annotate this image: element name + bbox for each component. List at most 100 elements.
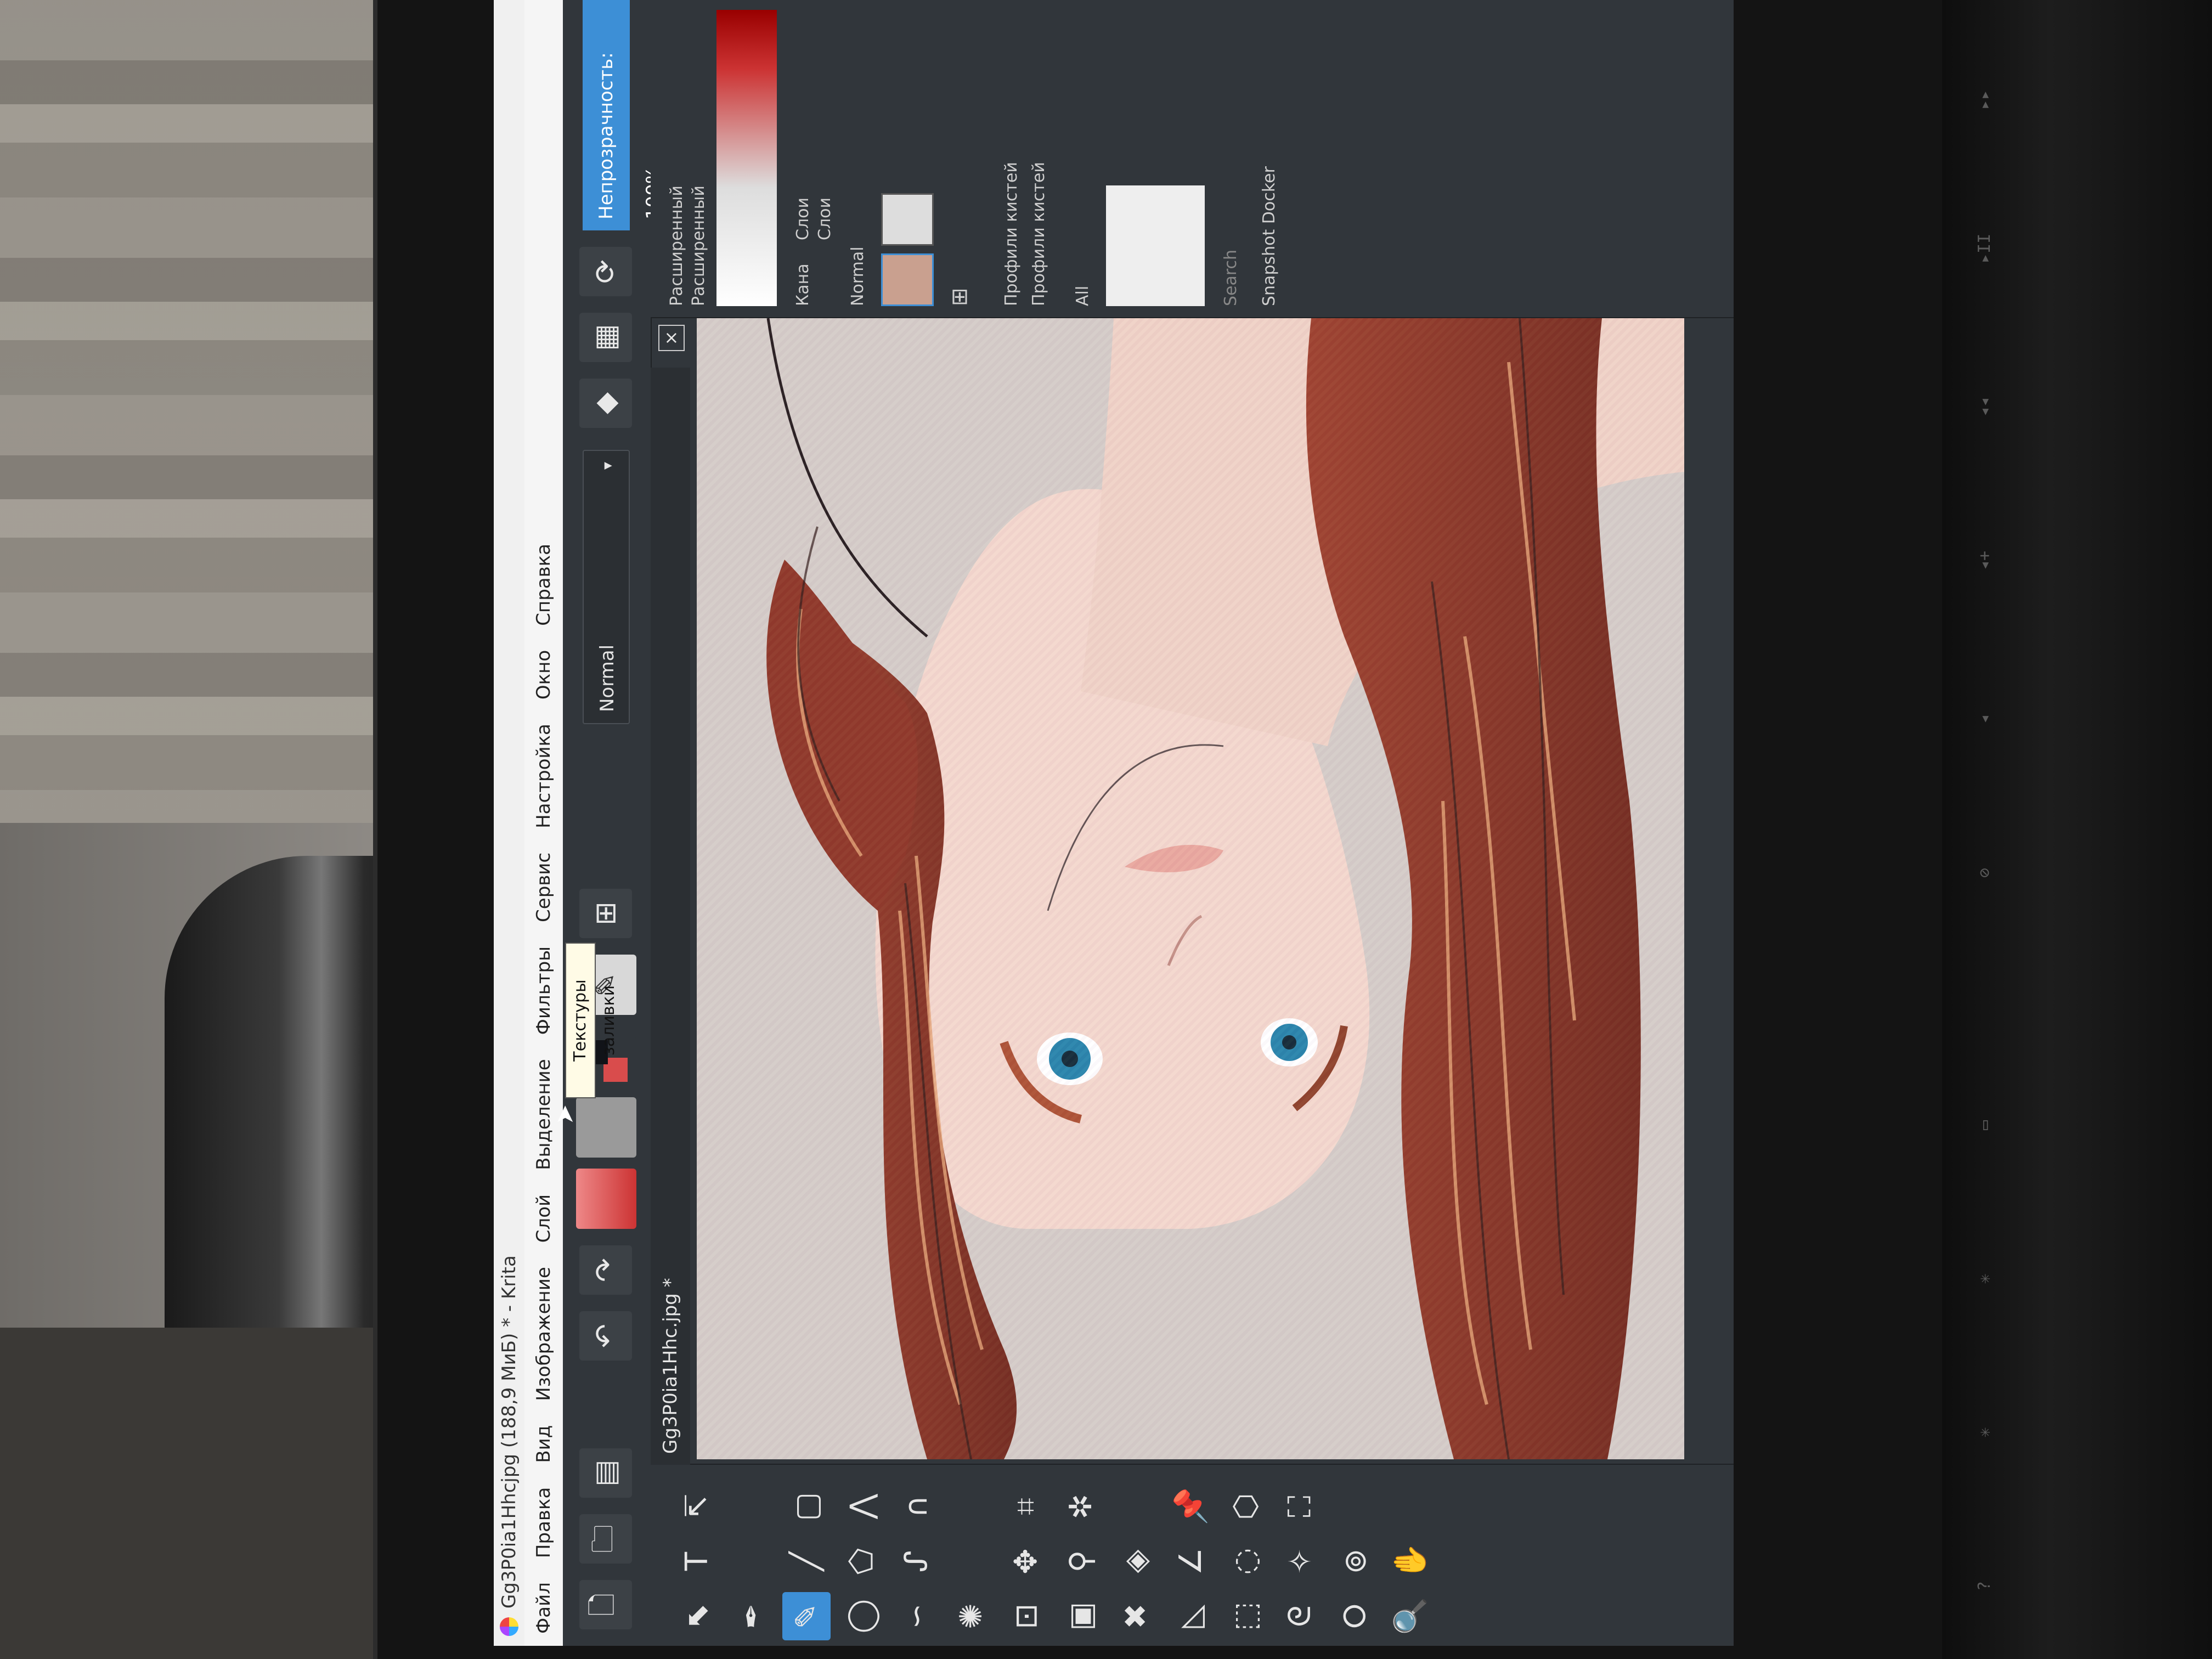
layers-blend-mode[interactable]: Normal xyxy=(848,246,867,306)
toolbox: ⬉ T ↸ ✒ ✎ ╱ ▢ ◯ ⬠ ⋀ ∽ ᔑ ∩ ✺ ⊡ ✥ ⌗ ▣ ⚲ ✲ … xyxy=(651,1464,1734,1646)
freehand-brush-icon[interactable]: ✎ xyxy=(782,1592,831,1640)
layer-thumbnail[interactable] xyxy=(881,253,934,306)
layers-tab-2[interactable]: Слои xyxy=(815,198,834,240)
key-f11-label: ▸▸ xyxy=(1975,89,1994,110)
text-tool-icon[interactable]: T xyxy=(673,1537,721,1585)
brush-settings-icon[interactable]: ⊞ xyxy=(579,889,632,938)
key-f8-label: ◂+ xyxy=(1975,550,1994,571)
brush-tag-filter[interactable]: All xyxy=(1073,286,1092,306)
advanced-color-selector-title[interactable]: Расширенный xyxy=(667,185,686,306)
display: Gg3P0ia1Hhcjpg (188,9 МиБ) * - Krita Фай… xyxy=(494,0,1734,1646)
blend-mode-value: Normal xyxy=(596,644,618,712)
snapshot-docker-title[interactable]: Snapshot Docker xyxy=(1260,166,1279,306)
reference-tool-icon[interactable]: 📌 xyxy=(1166,1482,1215,1531)
ellipse-select-icon[interactable]: ◌ xyxy=(1221,1537,1269,1585)
crop-tool-icon[interactable]: ⌗ xyxy=(1002,1482,1050,1531)
gradient-tool-icon[interactable]: ▣ xyxy=(1057,1592,1105,1640)
contiguous-select-icon[interactable]: ✧ xyxy=(1276,1537,1324,1585)
brush-toolbar: 🗋 🗀 ▤ ↶ ↷ ⇄ ✎ ⊞ Normal ▾ ◆ ▦ ⟳ Непрозрач… xyxy=(563,0,664,1646)
title-bar: Gg3P0ia1Hhcjpg (188,9 МиБ) * - Krita xyxy=(494,0,524,1646)
tooltip: Текстуры заливки xyxy=(565,943,618,1098)
add-layer-icon[interactable]: ⊞ xyxy=(947,287,972,306)
save-document-icon[interactable]: ▤ xyxy=(579,1448,632,1498)
close-tab-icon[interactable]: × xyxy=(658,325,685,351)
move-tool-icon[interactable]: ✥ xyxy=(1002,1537,1050,1585)
calligraphy-icon[interactable]: ✒ xyxy=(727,1592,776,1640)
ellipse-tool-icon[interactable]: ◯ xyxy=(837,1592,885,1640)
advanced-color-selector-title-2[interactable]: Расширенный xyxy=(689,185,708,306)
menu-file[interactable]: Файл xyxy=(524,1582,563,1634)
brush-search-input[interactable]: Search xyxy=(1221,250,1240,306)
alpha-lock-icon[interactable]: ▦ xyxy=(579,313,632,362)
measure-tool-icon[interactable]: ∠ xyxy=(1166,1537,1215,1585)
menu-bar: Файл Правка Вид Изображение Слой Выделен… xyxy=(524,0,563,1646)
rect-select-icon[interactable]: ⬚ xyxy=(1221,1592,1269,1640)
keyboard-edge: ? ✳ ✳ ▭ ⊘ ◂ ◂+ ◂◂ ▸II ▸▸ xyxy=(1942,0,2212,1659)
select-shapes-icon[interactable]: ⬉ xyxy=(673,1592,721,1640)
channels-tab[interactable]: Кана xyxy=(793,263,812,306)
undo-icon[interactable]: ↶ xyxy=(579,1311,632,1361)
document-tab[interactable]: Gg3P0ia1Hhc.jpg * xyxy=(651,368,690,1465)
menu-layer[interactable]: Слой xyxy=(524,1194,563,1243)
similar-select-icon[interactable]: ⛶ xyxy=(1276,1482,1324,1531)
rectangle-tool-icon[interactable]: ▢ xyxy=(782,1482,831,1531)
eraser-mode-icon[interactable]: ◆ xyxy=(579,379,632,428)
smart-patch-icon[interactable]: ✖ xyxy=(1111,1592,1160,1640)
key-f9-label: ◂◂ xyxy=(1975,397,1994,417)
open-document-icon[interactable]: 🗀 xyxy=(579,1514,632,1564)
color-gradient-strip[interactable] xyxy=(716,10,777,306)
menu-settings[interactable]: Настройка xyxy=(524,724,563,828)
colorize-mask-icon[interactable]: ✲ xyxy=(1057,1482,1105,1531)
menu-image[interactable]: Изображение xyxy=(524,1267,563,1401)
blend-mode-select[interactable]: Normal ▾ xyxy=(583,450,630,724)
fill-tool-icon[interactable]: ◈ xyxy=(1111,1537,1160,1585)
chevron-down-icon: ▾ xyxy=(598,462,616,470)
brush-presets-title-2[interactable]: Профили кистей xyxy=(1029,162,1048,306)
document-tab-label: Gg3P0ia1Hhc.jpg * xyxy=(659,1278,681,1454)
dynamic-brush-icon[interactable]: ∩ xyxy=(892,1482,940,1531)
krita-window: Gg3P0ia1Hhcjpg (188,9 МиБ) * - Krita Фай… xyxy=(494,0,1734,1646)
drawing-canvas[interactable] xyxy=(697,318,1684,1459)
brush-preset-thumbnails[interactable] xyxy=(1106,185,1205,306)
bezier-select-icon[interactable]: ⭘ xyxy=(1331,1592,1379,1640)
brush-presets-title[interactable]: Профили кистей xyxy=(1002,162,1021,306)
freehand-path-icon[interactable]: ᔑ xyxy=(892,1537,940,1585)
new-document-icon[interactable]: 🗋 xyxy=(579,1580,632,1629)
zoom-tool-icon[interactable]: 🔍 xyxy=(1386,1592,1434,1640)
gradient-preset-icon[interactable] xyxy=(576,1169,636,1229)
transform-tool-icon[interactable]: ⊡ xyxy=(1002,1592,1050,1640)
polyline-tool-icon[interactable]: ⋀ xyxy=(837,1482,885,1531)
key-f6-label: ⊘ xyxy=(1975,867,1994,878)
magnetic-select-icon[interactable]: ⊚ xyxy=(1331,1537,1379,1585)
freehand-select-icon[interactable]: ᘓ xyxy=(1276,1592,1324,1640)
edit-shapes-icon[interactable]: ↸ xyxy=(673,1482,721,1531)
menu-edit[interactable]: Правка xyxy=(524,1487,563,1558)
bezier-tool-icon[interactable]: ∽ xyxy=(892,1592,940,1640)
layer-thumbnail-2[interactable] xyxy=(881,193,934,246)
reload-preset-icon[interactable]: ⟳ xyxy=(579,247,632,296)
line-tool-icon[interactable]: ╱ xyxy=(782,1537,831,1585)
desk xyxy=(0,1328,384,1659)
key-f2-label: ✳ xyxy=(1975,1427,1994,1437)
window-title: Gg3P0ia1Hhcjpg (188,9 МиБ) * - Krita xyxy=(498,1255,520,1609)
menu-help[interactable]: Справка xyxy=(524,544,563,626)
multibrush-icon[interactable]: ✺ xyxy=(947,1592,995,1640)
redo-icon[interactable]: ↷ xyxy=(579,1245,632,1295)
polygon-tool-icon[interactable]: ⬠ xyxy=(837,1537,885,1585)
docker-panel: Расширенный Расширенный Кана Слои Слои N… xyxy=(651,0,1734,318)
krita-logo-icon xyxy=(500,1617,518,1636)
menu-window[interactable]: Окно xyxy=(524,650,563,699)
opacity-slider[interactable]: Непрозрачность: 100% xyxy=(583,0,664,230)
menu-filters[interactable]: Фильтры xyxy=(524,946,563,1035)
polygon-select-icon[interactable]: ⬡ xyxy=(1221,1482,1269,1531)
key-f7-label: ◂ xyxy=(1975,714,1994,724)
pattern-preset-icon[interactable] xyxy=(576,1097,636,1158)
menu-view[interactable]: Вид xyxy=(524,1425,563,1463)
key-f1-label: ? xyxy=(1975,1581,1994,1591)
key-f3-label: ✳ xyxy=(1975,1273,1994,1284)
color-picker-icon[interactable]: ⚲ xyxy=(1057,1537,1105,1585)
assistant-tool-icon[interactable]: ◺ xyxy=(1166,1592,1215,1640)
layers-tab[interactable]: Слои xyxy=(793,198,812,240)
menu-tools[interactable]: Сервис xyxy=(524,853,563,922)
pan-tool-icon[interactable]: ✋ xyxy=(1386,1537,1434,1585)
